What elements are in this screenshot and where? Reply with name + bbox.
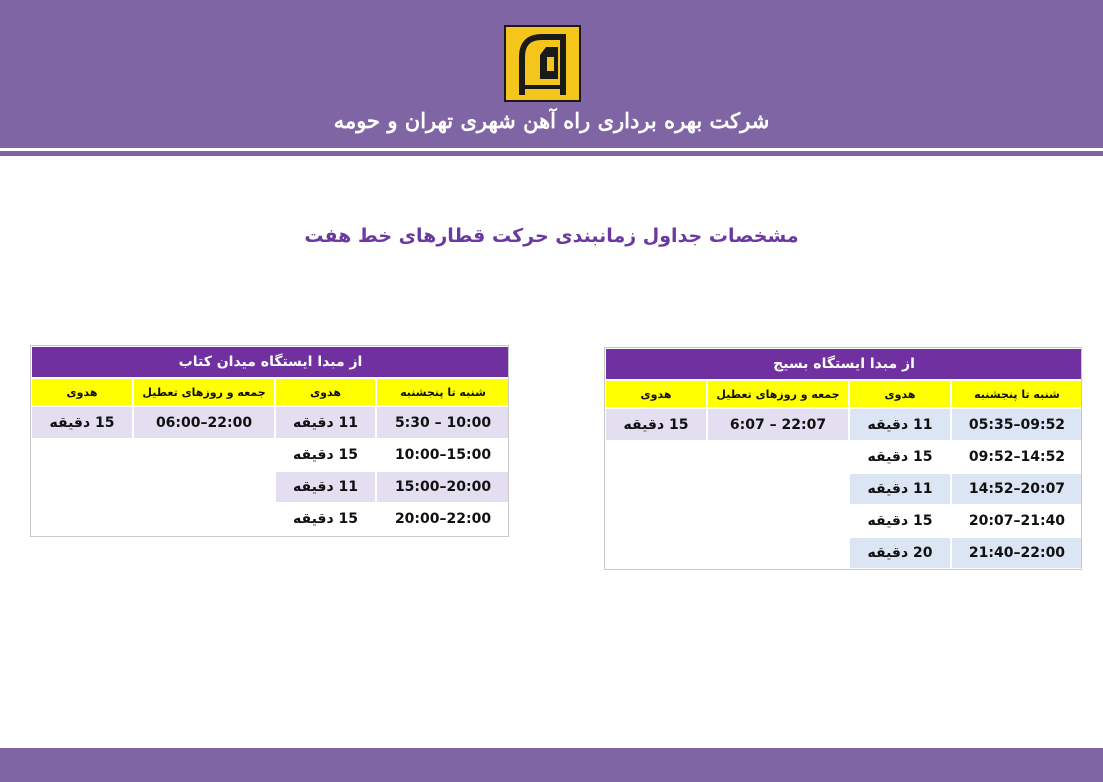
table-title: از مبدا ایستگاه بسیج xyxy=(604,347,1084,381)
weekday-time-cell: 09:52–14:52 xyxy=(950,440,1084,474)
weekday-time-cell: 10:00–15:00 xyxy=(375,438,512,472)
weekday-headway-cell: 15 دقیقه xyxy=(274,502,378,536)
holiday-headway-cell: 15 دقیقه xyxy=(29,405,135,440)
weekday-time-cell: 20:00–22:00 xyxy=(375,502,512,536)
header-holiday-headway: هدوی xyxy=(29,377,135,407)
header-divider-purple xyxy=(0,151,1103,156)
weekday-time-cell: 5:30 – 10:00 xyxy=(375,405,512,440)
table-row: 09:52–14:52 15 دقیقه xyxy=(604,440,1084,570)
page-title: مشخصات جداول زمانبندی حرکت قطارهای خط هف… xyxy=(304,225,799,247)
header-weekday-headway: هدوی xyxy=(848,379,952,409)
table-row: 05:35–09:52 11 دقیقه 6:07 – 22:07 15 دقی… xyxy=(604,407,1084,442)
header-weekdays: شنبه تا پنجشنبه xyxy=(375,377,512,407)
tehran-metro-logo-icon xyxy=(504,25,581,102)
holiday-time-cell: 06:00–22:00 xyxy=(132,405,277,440)
weekday-time-cell: 14:52–20:07 xyxy=(950,472,1084,506)
company-name: شرکت بهره برداری راه آهن شهری تهران و حو… xyxy=(333,108,770,133)
header-holiday-headway: هدوی xyxy=(604,379,708,409)
holiday-headway-cell: 15 دقیقه xyxy=(604,407,708,442)
weekday-headway-cell: 15 دقیقه xyxy=(848,504,952,538)
weekday-headway-cell: 20 دقیقه xyxy=(848,536,952,570)
holiday-time-cell: 6:07 – 22:07 xyxy=(706,407,850,442)
header-holidays: جمعه و روزهای تعطیل xyxy=(706,379,850,409)
timetable-meydan-ketab: از مبدا ایستگاه میدان کتاب شنبه تا پنجشن… xyxy=(29,345,512,536)
weekday-headway-cell: 11 دقیقه xyxy=(274,405,378,440)
footer-bar xyxy=(0,748,1103,782)
weekday-time-cell: 20:07–21:40 xyxy=(950,504,1084,538)
table-title: از مبدا ایستگاه میدان کتاب xyxy=(29,345,512,379)
holiday-empty-cell xyxy=(29,438,277,536)
weekday-time-cell: 15:00–20:00 xyxy=(375,470,512,504)
weekday-time-cell: 05:35–09:52 xyxy=(950,407,1084,442)
table-row: 10:00–15:00 15 دقیقه xyxy=(29,438,512,536)
timetable-basij: از مبدا ایستگاه بسیج شنبه تا پنجشنبه هدو… xyxy=(604,347,1084,570)
weekday-time-cell: 21:40–22:00 xyxy=(950,536,1084,570)
header-weekdays: شنبه تا پنجشنبه xyxy=(950,379,1084,409)
table-row: 5:30 – 10:00 11 دقیقه 06:00–22:00 15 دقی… xyxy=(29,405,512,440)
header-weekday-headway: هدوی xyxy=(274,377,378,407)
weekday-headway-cell: 15 دقیقه xyxy=(848,440,952,474)
holiday-empty-cell xyxy=(604,440,850,570)
weekday-headway-cell: 15 دقیقه xyxy=(274,438,378,472)
weekday-headway-cell: 11 دقیقه xyxy=(848,407,952,442)
weekday-headway-cell: 11 دقیقه xyxy=(848,472,952,506)
header-holidays: جمعه و روزهای تعطیل xyxy=(132,377,277,407)
weekday-headway-cell: 11 دقیقه xyxy=(274,470,378,504)
